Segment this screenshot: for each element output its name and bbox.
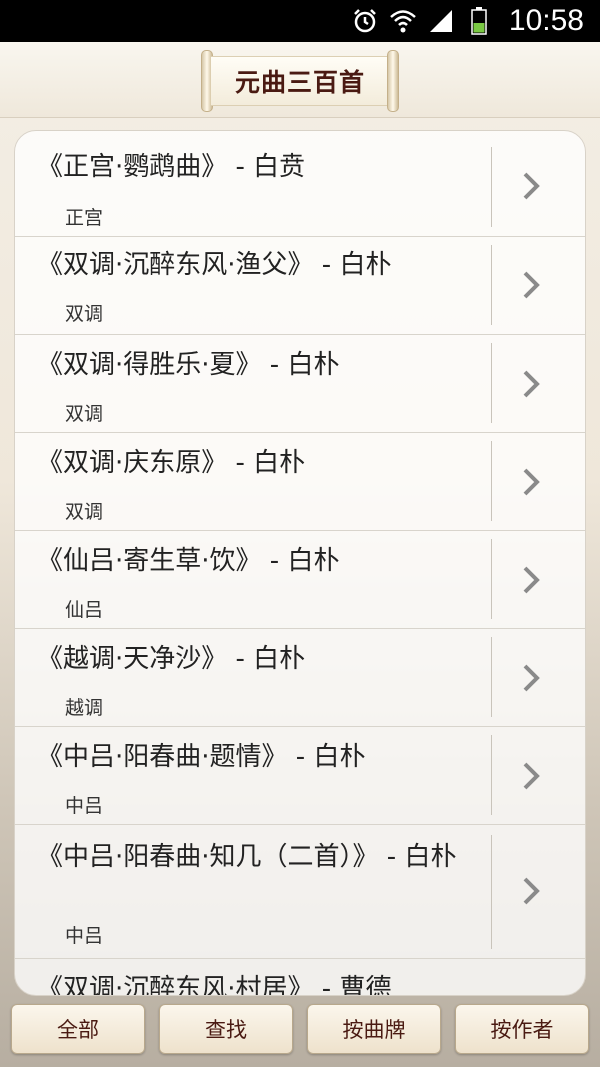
list-item[interactable]: 《仙吕·寄生草·饮》 - 白朴 仙吕 <box>15 531 585 629</box>
list-item[interactable]: 《正宫·鹦鹉曲》 - 白贲 正宫 <box>15 131 585 237</box>
status-bar: 10:58 <box>0 0 600 42</box>
battery-icon <box>465 7 493 35</box>
list-item-title: 《双调·得胜乐·夏》 - 白朴 <box>37 350 340 380</box>
title-scroll: 元曲三百首 <box>201 50 399 112</box>
list-item-title: 《仙吕·寄生草·饮》 - 白朴 <box>37 546 340 576</box>
poem-list[interactable]: 《正宫·鹦鹉曲》 - 白贲 正宫 《双调·沉醉东风·渔父》 - 白朴 双调 《双… <box>14 130 586 996</box>
list-item-title: 《双调·沉醉东风·渔父》 - 白朴 <box>37 250 392 280</box>
list-item-subtitle: 双调 <box>65 403 104 425</box>
item-divider <box>491 539 492 619</box>
signal-icon <box>427 7 455 35</box>
chevron-right-icon[interactable] <box>517 364 545 404</box>
list-item[interactable]: 《中吕·阳春曲·题情》 - 白朴 中吕 <box>15 727 585 825</box>
wifi-icon <box>389 7 417 35</box>
header: 元曲三百首 <box>0 42 600 118</box>
chevron-right-icon[interactable] <box>517 658 545 698</box>
by-tune-button[interactable]: 按曲牌 <box>307 1004 441 1054</box>
list-item-subtitle: 双调 <box>65 303 104 325</box>
list-item[interactable]: 《双调·庆东原》 - 白朴 双调 <box>15 433 585 531</box>
page-title: 元曲三百首 <box>234 68 365 97</box>
list-item-subtitle: 中吕 <box>65 795 104 817</box>
list-item-title: 《越调·天净沙》 - 白朴 <box>37 644 306 674</box>
status-time: 10:58 <box>508 4 584 37</box>
list-item[interactable]: 《双调·得胜乐·夏》 - 白朴 双调 <box>15 335 585 433</box>
list-item-subtitle: 仙吕 <box>65 599 104 621</box>
item-divider <box>491 147 492 227</box>
bottom-toolbar: 全部 查找 按曲牌 按作者 <box>0 1000 600 1067</box>
list-item[interactable]: 《中吕·阳春曲·知几（二首）》 - 白朴 中吕 <box>15 825 585 959</box>
chevron-right-icon[interactable] <box>517 265 545 305</box>
all-button[interactable]: 全部 <box>11 1004 145 1054</box>
list-item[interactable]: 《越调·天净沙》 - 白朴 越调 <box>15 629 585 727</box>
list-item-title: 《正宫·鹦鹉曲》 - 白贲 <box>37 152 306 182</box>
chevron-right-icon[interactable] <box>517 871 545 911</box>
list-item[interactable]: 《双调·沉醉东风·村居》 - 曹德 <box>15 959 585 996</box>
item-divider <box>491 441 492 521</box>
item-divider <box>491 835 492 949</box>
list-item-title: 《双调·沉醉东风·村居》 - 曹德 <box>37 974 392 996</box>
item-divider <box>491 637 492 717</box>
item-divider <box>491 343 492 423</box>
chevron-right-icon[interactable] <box>517 560 545 600</box>
chevron-right-icon[interactable] <box>517 166 545 206</box>
by-author-button[interactable]: 按作者 <box>455 1004 589 1054</box>
search-button[interactable]: 查找 <box>159 1004 293 1054</box>
list-item-subtitle: 中吕 <box>65 925 104 947</box>
chevron-right-icon[interactable] <box>517 756 545 796</box>
item-divider <box>491 245 492 325</box>
list-item-subtitle: 越调 <box>65 697 104 719</box>
list-item-title: 《中吕·阳春曲·题情》 - 白朴 <box>37 742 366 772</box>
item-divider <box>491 735 492 815</box>
chevron-right-icon[interactable] <box>517 462 545 502</box>
list-item-title: 《双调·庆东原》 - 白朴 <box>37 448 306 478</box>
list-item[interactable]: 《双调·沉醉东风·渔父》 - 白朴 双调 <box>15 237 585 335</box>
list-item-title: 《中吕·阳春曲·知几（二首）》 - 白朴 <box>37 842 457 872</box>
scroll-paper: 元曲三百首 <box>211 56 389 106</box>
list-item-subtitle: 双调 <box>65 501 104 523</box>
list-item-subtitle: 正宫 <box>65 207 104 229</box>
alarm-icon <box>351 7 379 35</box>
scroll-rod-right <box>387 50 399 112</box>
